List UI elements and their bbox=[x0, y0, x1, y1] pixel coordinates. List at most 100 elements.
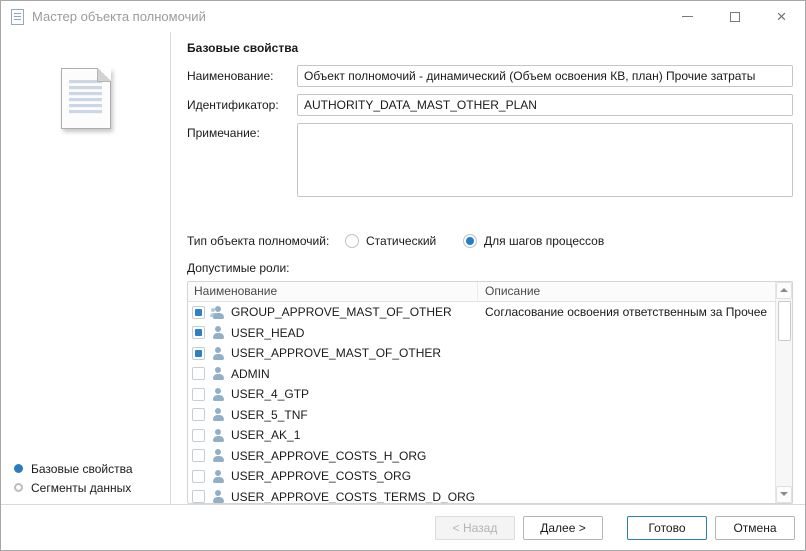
arrow-up-icon bbox=[780, 288, 788, 292]
close-icon: × bbox=[777, 8, 787, 25]
user-icon bbox=[211, 388, 225, 401]
role-name-cell: GROUP_APPROVE_MAST_OF_OTHER bbox=[192, 305, 478, 319]
user-icon bbox=[211, 367, 225, 380]
role-checkbox[interactable] bbox=[192, 306, 205, 319]
note-label: Примечание: bbox=[187, 123, 297, 140]
name-row: Наименование: bbox=[187, 65, 793, 87]
document-lines bbox=[69, 80, 102, 115]
user-icon bbox=[211, 490, 225, 503]
user-icon bbox=[211, 408, 225, 421]
roles-label: Допустимые роли: bbox=[187, 261, 793, 275]
maximize-icon bbox=[730, 12, 740, 22]
role-checkbox[interactable] bbox=[192, 408, 205, 421]
step-inactive-bullet bbox=[14, 483, 23, 492]
role-row[interactable]: USER_4_GTP bbox=[188, 384, 775, 405]
arrow-down-icon bbox=[780, 492, 788, 496]
role-row[interactable]: GROUP_APPROVE_MAST_OF_OTHER Согласование… bbox=[188, 302, 775, 323]
name-input[interactable] bbox=[297, 65, 793, 87]
step-basic-properties[interactable]: Базовые свойства bbox=[14, 461, 133, 476]
next-button[interactable]: Далее > bbox=[523, 516, 603, 540]
step-label: Базовые свойства bbox=[31, 462, 133, 476]
role-name-cell: USER_HEAD bbox=[192, 326, 478, 340]
role-description: Согласование освоения ответственным за П… bbox=[478, 305, 775, 319]
user-icon bbox=[211, 449, 225, 462]
user-icon bbox=[211, 347, 225, 360]
authority-type-row: Тип объекта полномочий: Статический Для … bbox=[187, 233, 793, 248]
role-name-cell: ADMIN bbox=[192, 367, 478, 381]
user-icon bbox=[211, 429, 225, 442]
role-name-cell: USER_5_TNF bbox=[192, 408, 478, 422]
role-name: USER_AK_1 bbox=[231, 428, 300, 442]
user-icon bbox=[211, 470, 225, 483]
role-name-cell: USER_4_GTP bbox=[192, 387, 478, 401]
identifier-input[interactable] bbox=[297, 94, 793, 116]
step-data-segments[interactable]: Сегменты данных bbox=[14, 480, 133, 495]
name-label: Наименование: bbox=[187, 69, 297, 83]
identifier-row: Идентификатор: bbox=[187, 94, 793, 116]
role-checkbox[interactable] bbox=[192, 429, 205, 442]
step-label: Сегменты данных bbox=[31, 481, 131, 495]
radio-option-process-steps[interactable]: Для шагов процессов bbox=[463, 234, 604, 248]
roles-table-header: Наименование Описание bbox=[188, 282, 775, 302]
basic-properties-panel: Базовые свойства Наименование: Идентифик… bbox=[171, 32, 805, 504]
role-checkbox[interactable] bbox=[192, 347, 205, 360]
step-active-bullet bbox=[14, 464, 23, 473]
scroll-up-button[interactable] bbox=[776, 282, 792, 299]
radio-option-static[interactable]: Статический bbox=[345, 234, 463, 248]
note-textarea[interactable] bbox=[297, 123, 793, 197]
wizard-sidebar: Базовые свойства Сегменты данных bbox=[1, 32, 171, 504]
button-bar: < Назад Далее > Готово Отмена bbox=[1, 504, 805, 550]
role-checkbox[interactable] bbox=[192, 449, 205, 462]
role-name: GROUP_APPROVE_MAST_OF_OTHER bbox=[231, 305, 452, 319]
role-name-cell: USER_APPROVE_COSTS_H_ORG bbox=[192, 449, 478, 463]
role-name: USER_APPROVE_COSTS_ORG bbox=[231, 469, 411, 483]
role-name-cell: USER_APPROVE_COSTS_TERMS_D_ORG bbox=[192, 490, 478, 504]
role-name-cell: USER_APPROVE_MAST_OF_OTHER bbox=[192, 346, 478, 360]
radio-static[interactable] bbox=[345, 234, 359, 248]
column-header-description[interactable]: Описание bbox=[478, 284, 775, 298]
role-checkbox[interactable] bbox=[192, 470, 205, 483]
authority-type-label: Тип объекта полномочий: bbox=[187, 234, 345, 248]
role-name-cell: USER_APPROVE_COSTS_ORG bbox=[192, 469, 478, 483]
role-checkbox[interactable] bbox=[192, 388, 205, 401]
role-row[interactable]: USER_APPROVE_COSTS_H_ORG bbox=[188, 445, 775, 466]
role-name: ADMIN bbox=[231, 367, 270, 381]
role-row[interactable]: USER_HEAD bbox=[188, 322, 775, 343]
role-name: USER_APPROVE_MAST_OF_OTHER bbox=[231, 346, 441, 360]
role-row[interactable]: USER_APPROVE_COSTS_ORG bbox=[188, 466, 775, 487]
user-icon bbox=[211, 326, 225, 339]
close-button[interactable]: × bbox=[758, 1, 805, 32]
group-icon bbox=[211, 306, 225, 319]
role-name: USER_4_GTP bbox=[231, 387, 309, 401]
cancel-button[interactable]: Отмена bbox=[715, 516, 795, 540]
wizard-steps: Базовые свойства Сегменты данных bbox=[14, 461, 133, 495]
role-checkbox[interactable] bbox=[192, 490, 205, 503]
radio-static-label: Статический bbox=[366, 234, 436, 248]
dialog-body: Базовые свойства Сегменты данных Базовые… bbox=[1, 32, 805, 504]
roles-table: Наименование Описание GROUP_APPROVE_MAST… bbox=[187, 281, 793, 504]
role-name: USER_APPROVE_COSTS_TERMS_D_ORG bbox=[231, 490, 475, 504]
finish-button[interactable]: Готово bbox=[627, 516, 707, 540]
radio-process-steps[interactable] bbox=[463, 234, 477, 248]
role-checkbox[interactable] bbox=[192, 326, 205, 339]
roles-table-body: GROUP_APPROVE_MAST_OF_OTHER Согласование… bbox=[188, 302, 775, 504]
scroll-down-button[interactable] bbox=[776, 486, 792, 503]
role-row[interactable]: USER_APPROVE_MAST_OF_OTHER bbox=[188, 343, 775, 364]
window-controls: × bbox=[664, 1, 805, 32]
role-row[interactable]: USER_5_TNF bbox=[188, 404, 775, 425]
section-title: Базовые свойства bbox=[187, 41, 793, 55]
scrollbar-thumb[interactable] bbox=[778, 301, 791, 341]
back-button[interactable]: < Назад bbox=[435, 516, 515, 540]
maximize-button[interactable] bbox=[711, 1, 758, 32]
wizard-dialog: Мастер объекта полномочий × Базовые свой… bbox=[0, 0, 806, 551]
role-row[interactable]: USER_APPROVE_COSTS_TERMS_D_ORG bbox=[188, 486, 775, 504]
vertical-scrollbar[interactable] bbox=[775, 282, 792, 503]
identifier-label: Идентификатор: bbox=[187, 98, 297, 112]
title-bar: Мастер объекта полномочий × bbox=[1, 1, 805, 32]
role-row[interactable]: USER_AK_1 bbox=[188, 425, 775, 446]
role-row[interactable]: ADMIN bbox=[188, 363, 775, 384]
column-header-name[interactable]: Наименование bbox=[188, 282, 478, 301]
wizard-document-icon bbox=[61, 68, 111, 129]
role-checkbox[interactable] bbox=[192, 367, 205, 380]
minimize-button[interactable] bbox=[664, 1, 711, 32]
